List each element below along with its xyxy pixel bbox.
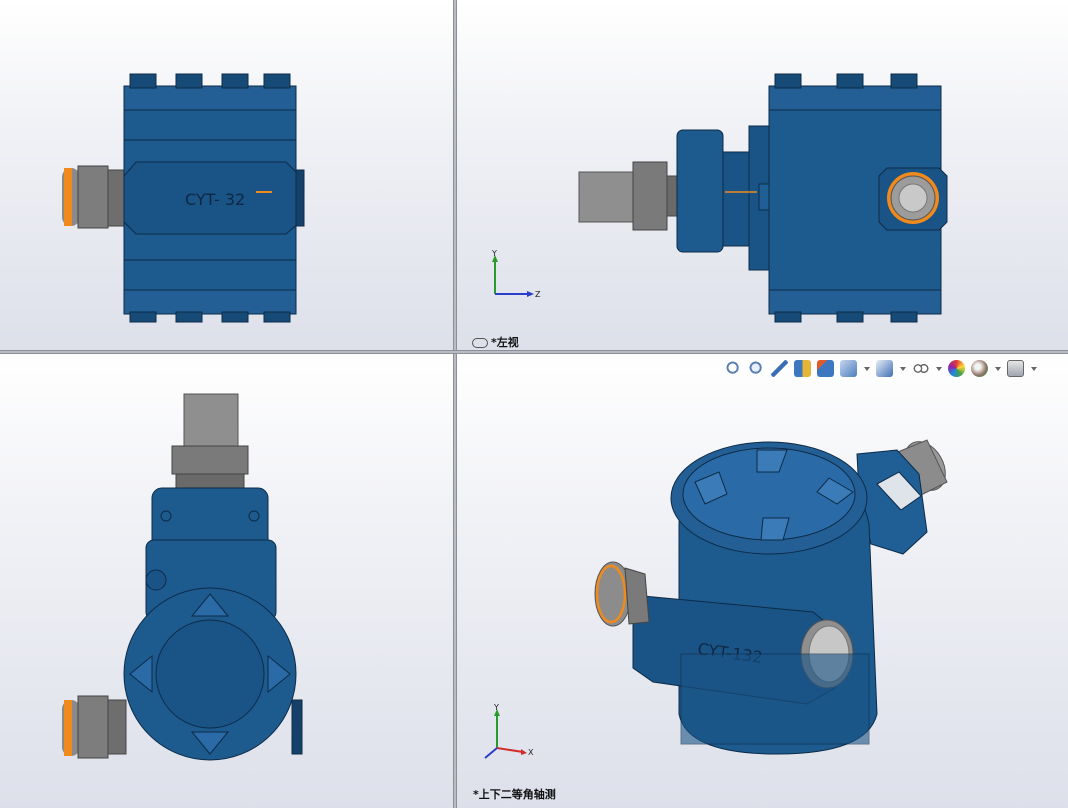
triad-z-label: Z <box>535 290 541 299</box>
viewport-bottom-left[interactable] <box>0 354 453 808</box>
link-views-icon[interactable] <box>472 338 488 348</box>
housing-bottom-cap <box>123 289 297 315</box>
triad-y-label: Y <box>493 704 499 712</box>
viewport-bottom-right[interactable]: CYT-132 Y X *上下二等角轴测 <box>457 354 1068 808</box>
view-name-label: *上下二等角轴测 <box>473 788 556 801</box>
viewport-top-right[interactable]: Y Z *左视 <box>457 0 1068 350</box>
viewport-top-left[interactable]: CYT- 32 <box>0 0 453 350</box>
sensor-nut <box>632 161 668 231</box>
model-front-view[interactable]: CYT- 32 <box>0 0 453 350</box>
orientation-triad: Y Z <box>491 250 541 299</box>
view-name-text: *左视 <box>491 336 519 349</box>
model-isometric-view[interactable]: CYT-132 <box>457 354 1068 808</box>
model-top-view[interactable] <box>0 354 453 808</box>
view-name-label: *左视 <box>472 334 519 350</box>
gland-orange-ring <box>64 168 72 226</box>
triad-y-label: Y <box>491 250 497 258</box>
viewport-splitter-horizontal[interactable] <box>0 350 1068 354</box>
orientation-triad: Y X <box>484 704 534 759</box>
mount-bracket <box>676 129 724 253</box>
gland-thread <box>107 169 125 227</box>
model-left-view[interactable] <box>457 0 1068 350</box>
sensor-stem <box>578 171 634 223</box>
housing-top-cap <box>123 85 297 111</box>
engraving-text: CYT- 32 <box>185 190 245 209</box>
triad-x-label: X <box>528 748 534 757</box>
gland-nut <box>77 165 109 229</box>
viewport-splitter-vertical[interactable] <box>453 0 457 808</box>
